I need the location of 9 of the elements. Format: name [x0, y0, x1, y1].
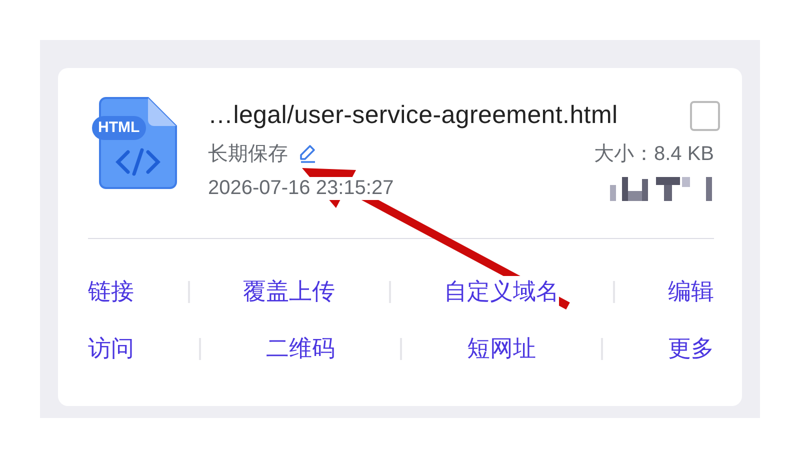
file-name: …legal/user-service-agreement.html — [208, 100, 618, 130]
pencil-icon[interactable] — [298, 143, 318, 163]
file-size: 大小：8.4 KB — [594, 142, 714, 166]
file-type-label: HTML — [98, 118, 140, 138]
storage-label: 长期保存 — [208, 142, 288, 166]
html-file-icon — [92, 96, 178, 190]
file-date: 2026-07-16 23:15:27 — [208, 176, 394, 200]
action-link[interactable]: 自定义域名 — [444, 276, 559, 307]
square-outline-icon — [690, 101, 720, 131]
